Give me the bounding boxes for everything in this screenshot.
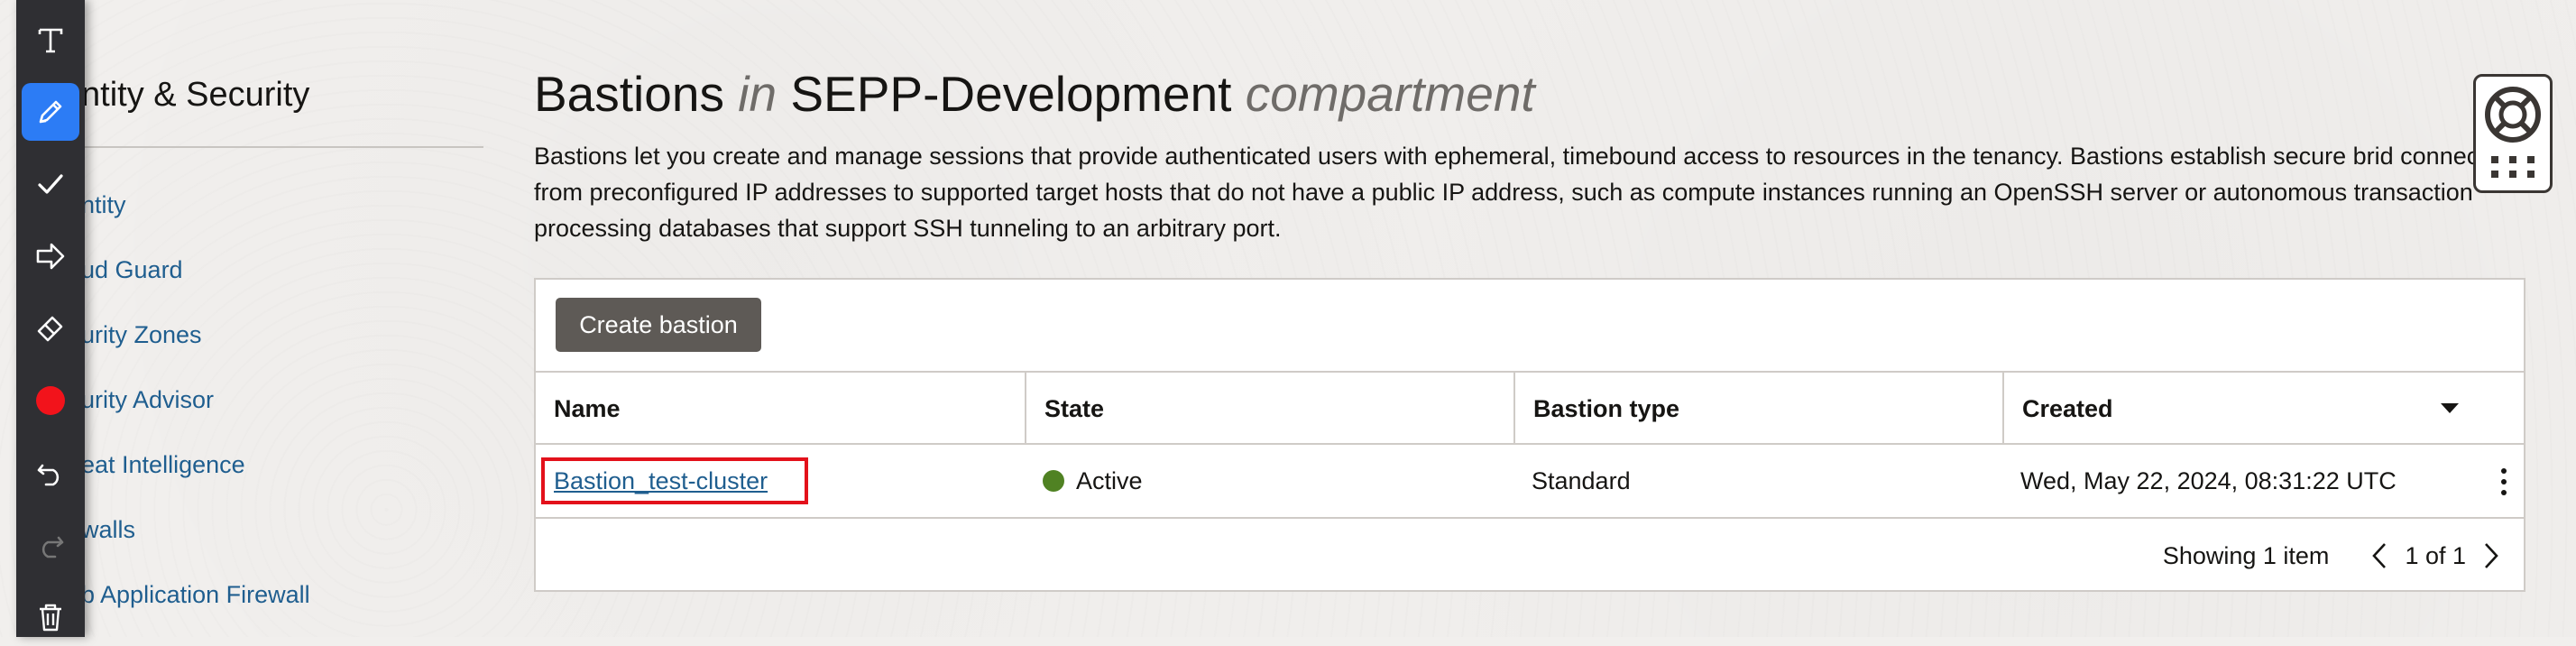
eraser-icon[interactable] [22, 300, 79, 357]
column-header-state[interactable]: State [1025, 373, 1513, 445]
page-title-compartment-name: SEPP-Development [790, 66, 1232, 122]
page-description: Bastions let you create and manage sessi… [534, 143, 2531, 242]
lifebuoy-icon [2485, 87, 2541, 178]
column-header-created[interactable]: Created [2002, 373, 2524, 445]
column-header-bastion-type-label: Bastion type [1533, 394, 1680, 422]
help-widget[interactable] [2473, 74, 2553, 193]
check-icon[interactable] [22, 155, 79, 213]
row-state-label: Active [1076, 466, 1143, 494]
column-header-state-label: State [1044, 394, 1105, 422]
arrow-icon[interactable] [22, 227, 79, 285]
sidebar-item-web-application-firewall[interactable]: b Application Firewall [81, 581, 310, 609]
pagination: Showing 1 item 1 of 1 [2163, 519, 2524, 593]
sidebar-item-security-zones[interactable]: urity Zones [81, 321, 202, 349]
table-row: Bastion_test-cluster Active Standard Wed… [536, 445, 2524, 519]
table-header: Name State Bastion type Created [536, 371, 2524, 445]
redo-icon[interactable] [22, 516, 79, 574]
text-icon[interactable] [22, 11, 79, 69]
page-title-main: Bastions [534, 66, 724, 122]
column-header-name-label: Name [554, 394, 621, 422]
page-title-in: in [738, 66, 777, 122]
page-title-suffix: compartment [1245, 66, 1535, 122]
sidebar-item-firewalls[interactable]: walls [81, 516, 135, 544]
row-bastion-type-cell: Standard [1532, 466, 1631, 494]
annotation-toolbar [16, 0, 85, 637]
trash-icon[interactable] [22, 588, 79, 646]
column-header-created-label: Created [2022, 394, 2113, 422]
sidebar-item-threat-intelligence[interactable]: eat Intelligence [81, 451, 245, 479]
column-header-name[interactable]: Name [536, 373, 1025, 445]
create-bastion-button[interactable]: Create bastion [556, 298, 761, 352]
red-color-swatch[interactable] [22, 372, 79, 429]
sidebar-item-security-advisor[interactable]: urity Advisor [81, 386, 214, 414]
page-indicator: 1 of 1 [2405, 541, 2466, 569]
sidebar-title: ntity & Security [81, 76, 310, 114]
row-actions-kebab-icon[interactable] [2495, 468, 2513, 495]
showing-count: Showing 1 item [2162, 541, 2330, 569]
sidebar-item-identity[interactable]: ntity [81, 191, 126, 219]
pencil-icon[interactable] [22, 83, 79, 141]
sidebar-item-cloud-guard[interactable]: ud Guard [81, 256, 183, 284]
row-created-cell: Wed, May 22, 2024, 08:31:22 UTC [2020, 466, 2397, 494]
page-title: Bastions in SEPP-Development compartment [534, 65, 1535, 123]
sort-descending-icon[interactable] [2441, 403, 2459, 413]
active-status-dot [1043, 470, 1064, 492]
sidebar-divider [81, 146, 483, 148]
next-page-icon[interactable] [2471, 536, 2511, 576]
previous-page-icon[interactable] [2360, 536, 2399, 576]
row-state-cell: Active [1043, 445, 1143, 517]
red-highlight-annotation [541, 457, 808, 504]
column-header-bastion-type[interactable]: Bastion type [1513, 373, 2002, 445]
bastions-table-panel: Create bastion Name State Bastion type C… [534, 278, 2525, 592]
undo-icon[interactable] [22, 444, 79, 502]
